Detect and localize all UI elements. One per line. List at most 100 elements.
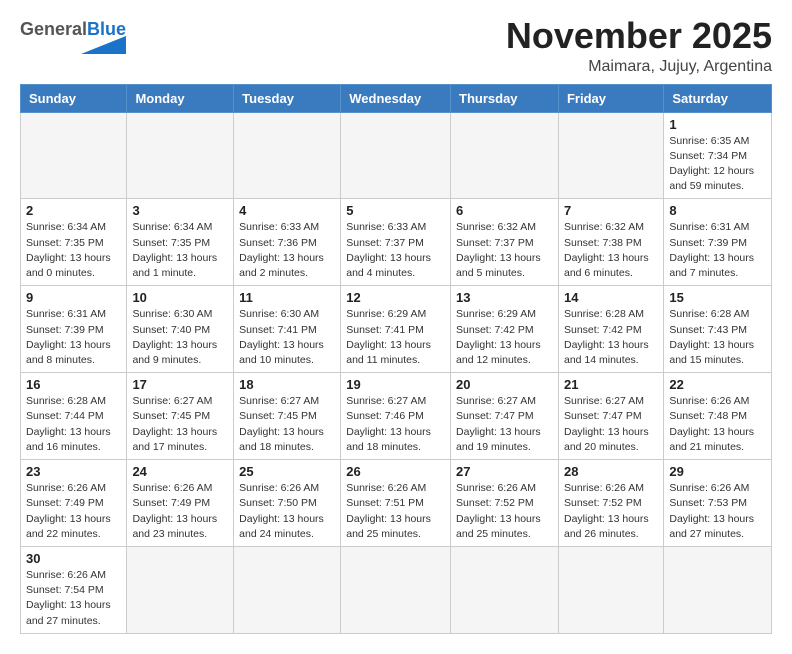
day-header-saturday: Saturday: [664, 84, 772, 112]
calendar-cell: 18Sunrise: 6:27 AM Sunset: 7:45 PM Dayli…: [234, 373, 341, 460]
calendar-cell: 22 Sunrise: 6:26 AM Sunset: 7:48 PM Dayli…: [664, 373, 772, 460]
day-info: Sunrise: 6:33 AM Sunset: 7:37 PM Dayligh…: [346, 220, 445, 281]
day-info: Sunrise: 6:26 AM Sunset: 7:49 PM Dayligh…: [132, 481, 228, 542]
calendar-week-row: 2 Sunrise: 6:34 AM Sunset: 7:35 PM Daylig…: [21, 199, 772, 286]
calendar-cell: [234, 546, 341, 633]
day-number: 8: [669, 203, 766, 218]
day-info: Sunrise: 6:31 AM Sunset: 7:39 PM Dayligh…: [669, 220, 766, 281]
calendar-week-row: 1 Sunrise: 6:35 AM Sunset: 7:34 PM Daylig…: [21, 112, 772, 199]
day-info: Sunrise: 6:28 AM Sunset: 7:44 PM Dayligh…: [26, 394, 121, 455]
calendar-week-row: 9 Sunrise: 6:31 AM Sunset: 7:39 PM Daylig…: [21, 286, 772, 373]
calendar-cell: 21Sunrise: 6:27 AM Sunset: 7:47 PM Dayli…: [558, 373, 663, 460]
day-info: Sunrise: 6:34 AM Sunset: 7:35 PM Dayligh…: [132, 220, 228, 281]
day-number: 22: [669, 377, 766, 392]
day-info: Sunrise: 6:26 AM Sunset: 7:51 PM Dayligh…: [346, 481, 445, 542]
calendar-cell: 9 Sunrise: 6:31 AM Sunset: 7:39 PM Daylig…: [21, 286, 127, 373]
day-info: Sunrise: 6:26 AM Sunset: 7:50 PM Dayligh…: [239, 481, 335, 542]
day-number: 25: [239, 464, 335, 479]
calendar-cell: 23Sunrise: 6:26 AM Sunset: 7:49 PM Dayli…: [21, 460, 127, 547]
day-number: 19: [346, 377, 445, 392]
day-number: 14: [564, 290, 658, 305]
day-number: 3: [132, 203, 228, 218]
calendar-cell: 11Sunrise: 6:30 AM Sunset: 7:41 PM Dayli…: [234, 286, 341, 373]
day-info: Sunrise: 6:28 AM Sunset: 7:43 PM Dayligh…: [669, 307, 766, 368]
day-number: 2: [26, 203, 121, 218]
day-info: Sunrise: 6:32 AM Sunset: 7:38 PM Dayligh…: [564, 220, 658, 281]
day-number: 30: [26, 551, 121, 566]
calendar-cell: 27 Sunrise: 6:26 AM Sunset: 7:52 PM Dayli…: [451, 460, 559, 547]
calendar-cell: 24Sunrise: 6:26 AM Sunset: 7:49 PM Dayli…: [127, 460, 234, 547]
page: General Blue November 2025 Maimara, Juju…: [0, 0, 792, 654]
day-number: 1: [669, 117, 766, 132]
day-number: 16: [26, 377, 121, 392]
calendar-cell: [451, 546, 559, 633]
day-number: 10: [132, 290, 228, 305]
location: Maimara, Jujuy, Argentina: [506, 58, 772, 76]
calendar-header-row: SundayMondayTuesdayWednesdayThursdayFrid…: [21, 84, 772, 112]
calendar-cell: [558, 112, 663, 199]
calendar-cell: 4Sunrise: 6:33 AM Sunset: 7:36 PM Daylig…: [234, 199, 341, 286]
day-info: Sunrise: 6:29 AM Sunset: 7:41 PM Dayligh…: [346, 307, 445, 368]
day-number: 13: [456, 290, 553, 305]
calendar-cell: [21, 112, 127, 199]
day-info: Sunrise: 6:30 AM Sunset: 7:40 PM Dayligh…: [132, 307, 228, 368]
calendar-cell: [341, 112, 451, 199]
calendar-cell: [341, 546, 451, 633]
logo-shape: [71, 36, 126, 54]
calendar-table: SundayMondayTuesdayWednesdayThursdayFrid…: [20, 84, 772, 634]
calendar-cell: [234, 112, 341, 199]
calendar-cell: 19 Sunrise: 6:27 AM Sunset: 7:46 PM Dayli…: [341, 373, 451, 460]
calendar-cell: 1 Sunrise: 6:35 AM Sunset: 7:34 PM Daylig…: [664, 112, 772, 199]
calendar-cell: 13 Sunrise: 6:29 AM Sunset: 7:42 PM Dayli…: [451, 286, 559, 373]
day-header-monday: Monday: [127, 84, 234, 112]
logo: General Blue: [20, 16, 126, 54]
day-number: 11: [239, 290, 335, 305]
day-info: Sunrise: 6:26 AM Sunset: 7:52 PM Dayligh…: [456, 481, 553, 542]
day-number: 7: [564, 203, 658, 218]
day-number: 29: [669, 464, 766, 479]
day-number: 4: [239, 203, 335, 218]
calendar-cell: 7 Sunrise: 6:32 AM Sunset: 7:38 PM Daylig…: [558, 199, 663, 286]
day-number: 6: [456, 203, 553, 218]
calendar-week-row: 30 Sunrise: 6:26 AM Sunset: 7:54 PM Dayli…: [21, 546, 772, 633]
calendar-cell: 14 Sunrise: 6:28 AM Sunset: 7:42 PM Dayli…: [558, 286, 663, 373]
calendar-cell: [127, 546, 234, 633]
day-number: 5: [346, 203, 445, 218]
calendar-cell: 17Sunrise: 6:27 AM Sunset: 7:45 PM Dayli…: [127, 373, 234, 460]
calendar-cell: 3 Sunrise: 6:34 AM Sunset: 7:35 PM Daylig…: [127, 199, 234, 286]
day-info: Sunrise: 6:27 AM Sunset: 7:47 PM Dayligh…: [564, 394, 658, 455]
day-number: 23: [26, 464, 121, 479]
calendar-week-row: 16 Sunrise: 6:28 AM Sunset: 7:44 PM Dayli…: [21, 373, 772, 460]
day-number: 18: [239, 377, 335, 392]
day-info: Sunrise: 6:26 AM Sunset: 7:54 PM Dayligh…: [26, 568, 121, 629]
day-header-wednesday: Wednesday: [341, 84, 451, 112]
calendar-cell: [664, 546, 772, 633]
day-number: 27: [456, 464, 553, 479]
day-header-sunday: Sunday: [21, 84, 127, 112]
day-info: Sunrise: 6:27 AM Sunset: 7:47 PM Dayligh…: [456, 394, 553, 455]
calendar-cell: [558, 546, 663, 633]
calendar-cell: 15 Sunrise: 6:28 AM Sunset: 7:43 PM Dayli…: [664, 286, 772, 373]
day-number: 26: [346, 464, 445, 479]
day-header-friday: Friday: [558, 84, 663, 112]
day-info: Sunrise: 6:34 AM Sunset: 7:35 PM Dayligh…: [26, 220, 121, 281]
month-title: November 2025: [506, 16, 772, 56]
calendar-cell: [127, 112, 234, 199]
calendar-cell: 26 Sunrise: 6:26 AM Sunset: 7:51 PM Dayli…: [341, 460, 451, 547]
day-info: Sunrise: 6:28 AM Sunset: 7:42 PM Dayligh…: [564, 307, 658, 368]
day-info: Sunrise: 6:29 AM Sunset: 7:42 PM Dayligh…: [456, 307, 553, 368]
day-info: Sunrise: 6:32 AM Sunset: 7:37 PM Dayligh…: [456, 220, 553, 281]
day-info: Sunrise: 6:26 AM Sunset: 7:48 PM Dayligh…: [669, 394, 766, 455]
day-info: Sunrise: 6:35 AM Sunset: 7:34 PM Dayligh…: [669, 134, 766, 195]
day-info: Sunrise: 6:31 AM Sunset: 7:39 PM Dayligh…: [26, 307, 121, 368]
day-number: 12: [346, 290, 445, 305]
day-number: 9: [26, 290, 121, 305]
calendar-cell: 29Sunrise: 6:26 AM Sunset: 7:53 PM Dayli…: [664, 460, 772, 547]
day-number: 15: [669, 290, 766, 305]
calendar-cell: 28Sunrise: 6:26 AM Sunset: 7:52 PM Dayli…: [558, 460, 663, 547]
calendar-cell: 8 Sunrise: 6:31 AM Sunset: 7:39 PM Daylig…: [664, 199, 772, 286]
calendar-cell: 16 Sunrise: 6:28 AM Sunset: 7:44 PM Dayli…: [21, 373, 127, 460]
calendar-cell: 25 Sunrise: 6:26 AM Sunset: 7:50 PM Dayli…: [234, 460, 341, 547]
calendar-cell: 20Sunrise: 6:27 AM Sunset: 7:47 PM Dayli…: [451, 373, 559, 460]
day-info: Sunrise: 6:27 AM Sunset: 7:46 PM Dayligh…: [346, 394, 445, 455]
